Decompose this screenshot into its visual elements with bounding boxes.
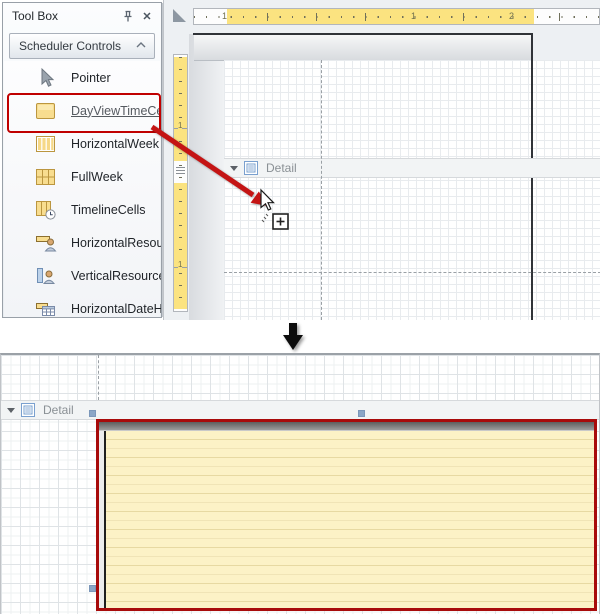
ruler-corner-icon — [173, 9, 186, 22]
margin-guide-horizontal — [224, 272, 600, 273]
design-surface[interactable]: 1 1 2 1 1 Detail — [163, 0, 600, 320]
toolbox-item-horizontaldateheader[interactable]: HorizontalDateHe... — [4, 292, 160, 318]
ruler-number: 1 — [178, 260, 182, 269]
toolbox-item-horizontalresource[interactable]: HorizontalResourc... — [4, 226, 160, 259]
horizontal-ruler-ticks — [194, 16, 599, 18]
toolbox-item-label: Pointer — [71, 71, 111, 85]
band-icon — [244, 161, 259, 176]
dayview-timecells-icon — [34, 100, 58, 122]
toolbox-item-fullweek[interactable]: FullWeek — [4, 160, 160, 193]
ruler-tick — [365, 13, 366, 21]
toolbox-item-horizontalweek[interactable]: HorizontalWeek — [4, 127, 160, 160]
selection-handle[interactable] — [89, 585, 96, 592]
selection-handle[interactable] — [358, 410, 365, 417]
ruler-number: 1 — [411, 11, 416, 21]
band-splitter-icon[interactable] — [176, 167, 185, 175]
toolbox-item-label: FullWeek — [71, 170, 123, 184]
horizontal-week-icon — [34, 133, 58, 155]
toolbox-item-label: TimelineCells — [71, 203, 146, 217]
designer-drag-drop-tutorial: { "toolbox": { "title": "Tool Box", "cat… — [0, 0, 600, 613]
toolbox-item-label: HorizontalWeek — [71, 137, 159, 151]
control-header-strip — [99, 422, 594, 431]
ruler-number: 2 — [509, 11, 514, 21]
margin-guide-vertical — [321, 60, 322, 320]
toolbox-item-verticalresource[interactable]: VerticalResourceH... — [4, 259, 160, 292]
chevron-up-icon — [136, 42, 146, 49]
collapse-triangle-icon[interactable] — [230, 166, 238, 171]
toolbox-item-label: DayViewTimeCells — [71, 104, 162, 118]
band-label: Detail — [266, 161, 297, 175]
detail-band-header[interactable]: Detail — [224, 158, 600, 178]
control-left-gutter — [99, 431, 106, 608]
toolbox-title: Tool Box — [12, 9, 58, 23]
toolbox-item-pointer[interactable]: Pointer — [4, 61, 160, 94]
horizontal-ruler: 1 1 2 — [193, 8, 600, 25]
pointer-icon — [34, 67, 58, 89]
horizontal-dateheader-icon — [34, 298, 58, 319]
ruler-number: 1 — [178, 121, 182, 130]
toolbox-item-list: Pointer DayViewTimeCells HorizontalWeek … — [4, 61, 160, 317]
timeline-cells-icon — [34, 199, 58, 221]
toolbox-item-label: HorizontalDateHe... — [71, 302, 162, 316]
designer-screenshot-before: Tool Box ✕ Scheduler Controls Pointer — [0, 0, 600, 320]
collapse-triangle-icon[interactable] — [7, 408, 15, 413]
ruler-tick — [463, 13, 464, 21]
ruler-number: 1 — [222, 11, 227, 21]
ruler-tick — [559, 13, 560, 21]
vertical-ruler-ticks — [179, 57, 182, 309]
toolbox-item-label: VerticalResourceH... — [71, 269, 162, 283]
selection-handle[interactable] — [89, 410, 96, 417]
category-header-scheduler-controls[interactable]: Scheduler Controls — [9, 33, 155, 59]
band-icon — [21, 403, 36, 418]
category-label: Scheduler Controls — [19, 39, 121, 53]
toolbox-item-dayviewtimecells[interactable]: DayViewTimeCells — [4, 94, 160, 127]
dayviewtimecells-control[interactable] — [96, 419, 597, 611]
band-label: Detail — [43, 403, 74, 417]
full-week-icon — [34, 166, 58, 188]
horizontal-resource-icon — [34, 232, 58, 254]
pin-icon[interactable] — [121, 9, 135, 23]
toolbox-item-label: HorizontalResourc... — [71, 236, 162, 250]
margin-guide-vertical — [98, 355, 99, 400]
ruler-tick — [316, 13, 317, 21]
time-cell-rows — [106, 431, 594, 608]
toolbox-panel: Tool Box ✕ Scheduler Controls Pointer — [2, 2, 162, 318]
down-arrow-icon — [276, 321, 310, 353]
vertical-resource-icon — [34, 265, 58, 287]
toolbox-item-timelinecells[interactable]: TimelineCells — [4, 193, 160, 226]
ruler-tick — [267, 13, 268, 21]
designer-screenshot-after: Detail — [0, 353, 600, 614]
toolbox-titlebar: Tool Box — [3, 3, 161, 29]
close-icon[interactable]: ✕ — [140, 9, 154, 23]
vertical-ruler: 1 1 — [173, 54, 188, 312]
